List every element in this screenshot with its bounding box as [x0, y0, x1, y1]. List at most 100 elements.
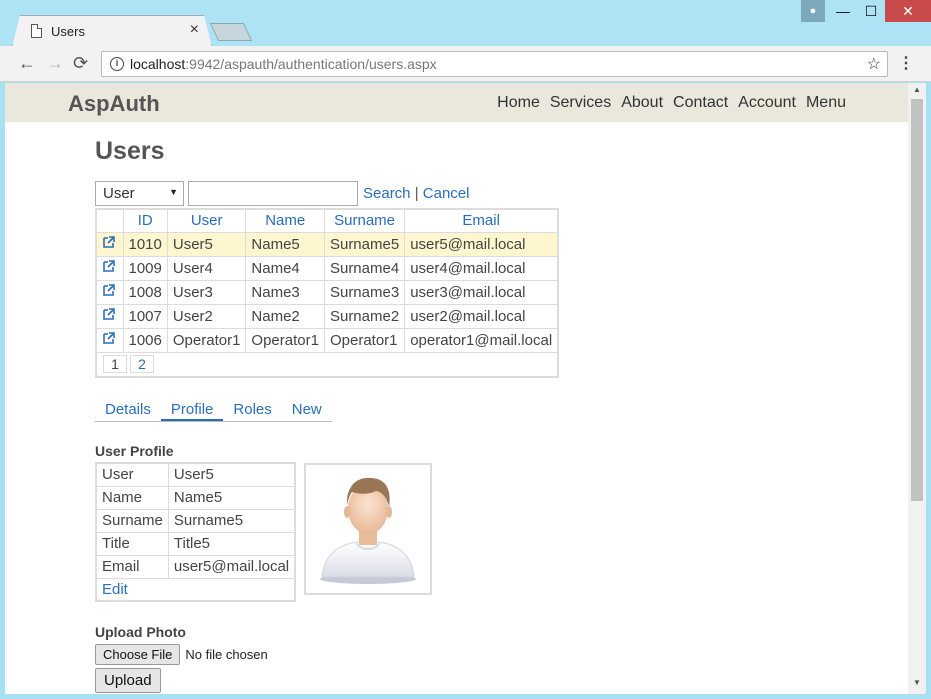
search-row: User ▼ Search | Cancel — [95, 180, 469, 206]
browser-tab[interactable]: Users × — [12, 15, 212, 47]
cell-user: User5 — [166, 231, 247, 257]
column-header-user[interactable]: User — [166, 208, 247, 233]
nav-contact[interactable]: Contact — [673, 94, 728, 112]
column-header-name[interactable]: Name — [245, 208, 325, 233]
cell-id: 1009 — [122, 255, 168, 281]
minimize-button[interactable]: — — [829, 0, 857, 22]
open-edit-icon[interactable] — [102, 307, 116, 321]
edit-cell[interactable] — [95, 231, 124, 257]
cell-user: User3 — [166, 279, 247, 305]
profile-value: Name5 — [167, 485, 296, 510]
file-chooser: Choose File No file chosen — [95, 644, 268, 665]
edit-cell[interactable] — [95, 255, 124, 281]
tab-roles[interactable]: Roles — [223, 401, 281, 421]
address-bar[interactable]: i localhost:9942/aspauth/authentication/… — [101, 51, 888, 77]
tab-new[interactable]: New — [282, 401, 332, 421]
window-controls: ● — ☐ ✕ — [801, 0, 931, 22]
edit-cell[interactable] — [95, 279, 124, 305]
profile-key: User — [95, 462, 169, 487]
nav-services[interactable]: Services — [550, 94, 611, 112]
nav-menu[interactable]: Menu — [806, 94, 846, 112]
forward-icon[interactable]: → — [46, 53, 64, 74]
table-row[interactable]: 1010 User5 Name5 Surname5 user5@mail.local — [95, 231, 559, 257]
cell-user: Operator1 — [166, 327, 247, 353]
profile-row: Title Title5 — [95, 531, 296, 556]
search-input[interactable] — [188, 180, 358, 206]
scrollbar-thumb[interactable] — [911, 99, 923, 501]
page-title: Users — [95, 137, 165, 165]
page-1: 1 — [103, 354, 127, 373]
cell-name: Name4 — [245, 255, 325, 281]
cell-email: user4@mail.local — [404, 255, 559, 281]
nav-home[interactable]: Home — [497, 94, 540, 112]
tab-close-icon[interactable]: × — [190, 21, 199, 39]
top-nav: Home Services About Contact Account Menu — [497, 94, 846, 112]
tab-details[interactable]: Details — [95, 401, 161, 421]
nav-account[interactable]: Account — [738, 94, 796, 112]
cell-surname: Operator1 — [323, 327, 406, 353]
reload-icon[interactable]: ⟳ — [73, 53, 88, 74]
profile-key: Surname — [95, 508, 169, 533]
search-link[interactable]: Search — [363, 185, 411, 202]
edit-cell[interactable] — [95, 327, 124, 353]
bookmark-star-icon[interactable]: ☆ — [867, 54, 881, 74]
user-tabs: Details Profile Roles New — [95, 401, 332, 422]
open-edit-icon[interactable] — [102, 235, 116, 249]
upload-button[interactable]: Upload — [95, 668, 161, 693]
profile-value: Title5 — [167, 531, 296, 556]
open-edit-icon[interactable] — [102, 331, 116, 345]
column-header-email[interactable]: Email — [404, 208, 559, 233]
tab-title: Users — [51, 24, 85, 39]
user-avatar-icon — [320, 477, 416, 584]
tab-profile[interactable]: Profile — [160, 401, 224, 421]
cell-email: user5@mail.local — [404, 231, 559, 257]
close-window-button[interactable]: ✕ — [885, 0, 931, 22]
column-header-id[interactable]: ID — [122, 208, 168, 233]
cell-id: 1007 — [122, 303, 168, 329]
pager: 12 — [95, 351, 559, 377]
back-icon[interactable]: ← — [18, 53, 36, 74]
table-row[interactable]: 1009 User4 Name4 Surname4 user4@mail.local — [95, 255, 559, 281]
maximize-button[interactable]: ☐ — [857, 0, 885, 22]
cell-id: 1010 — [122, 231, 168, 257]
cell-name: Operator1 — [245, 327, 325, 353]
cell-name: Name2 — [245, 303, 325, 329]
profile-key: Title — [95, 531, 169, 556]
table-row[interactable]: 1008 User3 Name3 Surname3 user3@mail.local — [95, 279, 559, 305]
upload-heading: Upload Photo — [95, 624, 186, 640]
edit-cell[interactable] — [95, 303, 124, 329]
open-edit-icon[interactable] — [102, 283, 116, 297]
scroll-down-arrow-icon[interactable]: ▼ — [908, 678, 926, 692]
cell-user: User2 — [166, 303, 247, 329]
choose-file-button[interactable]: Choose File — [95, 644, 181, 665]
cell-surname: Surname2 — [323, 303, 406, 329]
search-field-select[interactable]: User ▼ — [95, 180, 184, 206]
page-icon — [31, 24, 42, 38]
open-edit-icon[interactable] — [102, 259, 116, 273]
vertical-scrollbar[interactable]: ▲ ▼ — [908, 83, 926, 694]
browser-menu-icon[interactable]: ⋮ — [898, 53, 914, 73]
no-file-label: No file chosen — [185, 647, 268, 662]
profile-icon[interactable]: ● — [801, 0, 825, 22]
cancel-link[interactable]: Cancel — [423, 185, 470, 202]
table-row[interactable]: 1007 User2 Name2 Surname2 user2@mail.local — [95, 303, 559, 329]
nav-about[interactable]: About — [621, 94, 663, 112]
edit-column-header — [95, 208, 124, 233]
info-icon[interactable]: i — [110, 57, 124, 71]
brand-logo[interactable]: AspAuth — [68, 91, 160, 117]
cell-surname: Surname3 — [323, 279, 406, 305]
edit-profile-link[interactable]: Edit — [95, 577, 296, 602]
cell-id: 1006 — [122, 327, 168, 353]
cell-id: 1008 — [122, 279, 168, 305]
scroll-up-arrow-icon[interactable]: ▲ — [908, 85, 926, 99]
table-row[interactable]: 1006 Operator1 Operator1 Operator1 operator1… — [95, 327, 559, 353]
url-text[interactable]: localhost:9942/aspauth/authentication/us… — [130, 56, 437, 72]
profile-table: User User5 Name Name5 Surname Surname5 Title Ti… — [95, 462, 297, 602]
profile-heading: User Profile — [95, 443, 174, 459]
cell-surname: Surname4 — [323, 255, 406, 281]
cell-email: user3@mail.local — [404, 279, 559, 305]
new-tab-button[interactable] — [209, 23, 253, 41]
page-2-link[interactable]: 2 — [130, 354, 154, 373]
column-header-surname[interactable]: Surname — [323, 208, 406, 233]
link-separator: | — [414, 184, 419, 202]
